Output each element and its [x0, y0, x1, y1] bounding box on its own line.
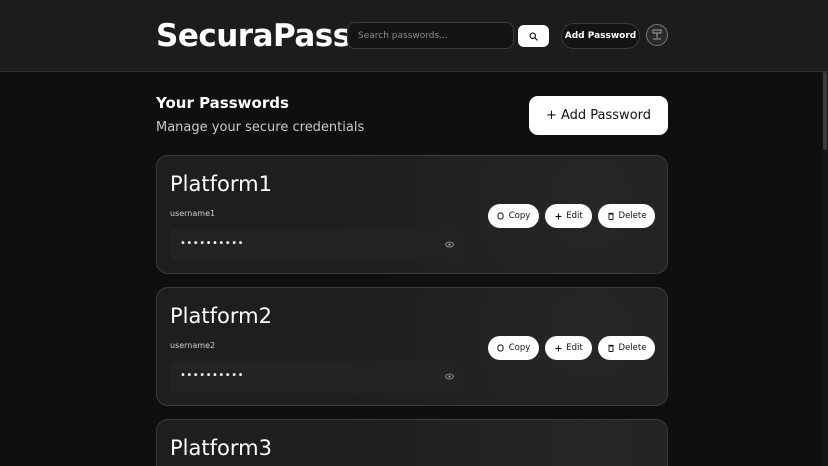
plus-icon	[554, 212, 562, 220]
edit-label: Edit	[566, 343, 583, 353]
platform-name: Platform1	[170, 172, 272, 196]
copy-label: Copy	[508, 343, 531, 353]
delete-button[interactable]: Delete	[598, 204, 655, 228]
app-page: SecuraPass Add Password Your Passwords M…	[0, 0, 828, 466]
copy-label: Copy	[508, 211, 531, 221]
masked-password: ••••••••••	[180, 370, 244, 381]
header-add-password-button[interactable]: Add Password	[561, 23, 640, 49]
eye-icon[interactable]	[444, 239, 455, 250]
page-title: Your Passwords	[156, 94, 289, 112]
edit-button[interactable]: Edit	[545, 204, 592, 228]
platform-name: Platform2	[170, 304, 272, 328]
brand-logo[interactable]: SecuraPass	[156, 15, 351, 57]
password-field[interactable]: ••••••••••	[170, 229, 462, 261]
delete-label: Delete	[618, 343, 647, 353]
password-card: Platform1 username1 •••••••••• Copy Edit	[156, 155, 668, 274]
masked-password: ••••••••••	[180, 238, 244, 249]
platform-name: Platform3	[170, 436, 272, 460]
password-field[interactable]: ••••••••••	[170, 361, 462, 393]
username-label: username1	[170, 209, 216, 218]
plus-icon	[554, 344, 562, 352]
user-avatar-icon	[652, 29, 662, 40]
delete-button[interactable]: Delete	[598, 336, 655, 360]
delete-label: Delete	[618, 211, 647, 221]
username-label: username2	[170, 341, 216, 350]
copy-icon	[497, 212, 505, 220]
scrollbar-thumb[interactable]	[823, 72, 827, 150]
password-card: Platform3	[156, 419, 668, 466]
search-input[interactable]	[347, 22, 514, 49]
copy-icon	[497, 344, 505, 352]
copy-button[interactable]: Copy	[488, 336, 539, 360]
trash-icon	[607, 212, 615, 220]
search-button[interactable]	[518, 25, 549, 47]
eye-icon[interactable]	[444, 371, 455, 382]
top-navbar: SecuraPass Add Password	[0, 0, 828, 72]
add-password-button[interactable]: + Add Password	[529, 96, 668, 135]
edit-button[interactable]: Edit	[545, 336, 592, 360]
search-icon	[529, 31, 538, 41]
page-subtitle: Manage your secure credentials	[156, 120, 365, 135]
password-card: Platform2 username2 •••••••••• Copy Edit	[156, 287, 668, 406]
page-scrollbar[interactable]	[822, 72, 828, 466]
edit-label: Edit	[566, 211, 583, 221]
trash-icon	[607, 344, 615, 352]
copy-button[interactable]: Copy	[488, 204, 539, 228]
user-avatar[interactable]	[646, 24, 668, 46]
